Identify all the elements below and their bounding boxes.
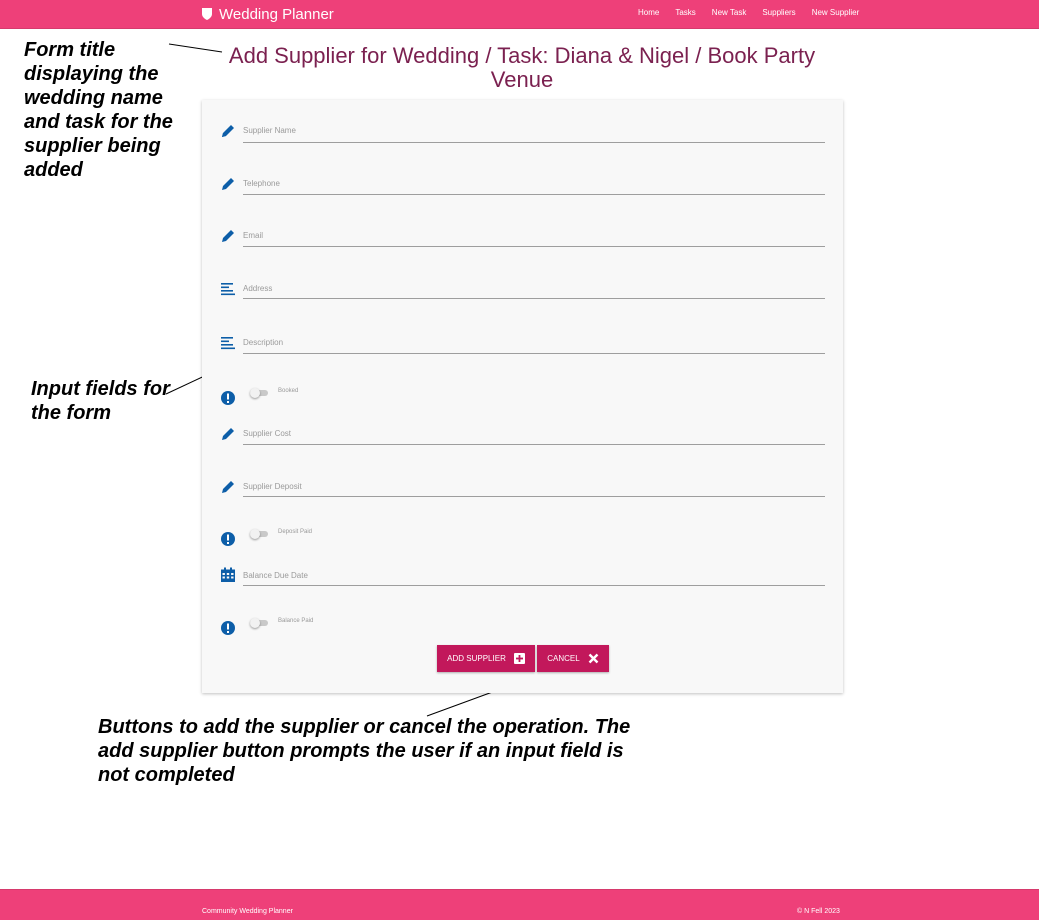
top-navbar: Wedding Planner Home Tasks New Task Supp… [0,0,1039,29]
cancel-button[interactable]: CANCEL [537,645,609,672]
footer-copyright: © N Fell 2023 [797,908,840,915]
heart-shield-icon [202,8,212,20]
add-supplier-button[interactable]: ADD SUPPLIER [437,645,535,672]
pencil-icon [222,230,234,242]
pencil-icon [222,125,234,137]
nav-link-new-supplier[interactable]: New Supplier [812,8,860,17]
add-supplier-button-label: ADD SUPPLIER [447,654,506,663]
email-label: Email [243,231,264,240]
text-lines-icon [221,283,235,296]
annotation-input-fields: Input fields for the form [31,378,170,424]
exclamation-circle-icon [221,391,235,405]
address-label: Address [243,284,273,293]
description-underline [243,353,825,354]
balance-due-date-label: Balance Due Date [243,571,308,580]
close-icon [588,653,599,664]
nav-link-new-task[interactable]: New Task [712,8,747,17]
brand-label: Wedding Planner [219,5,334,23]
supplier-cost-label: Supplier Cost [243,429,292,438]
supplier-name-label: Supplier Name [243,126,296,135]
booked-label: Booked [278,388,299,394]
form-title: Add Supplier for Wedding / Task: Diana &… [222,44,822,92]
supplier-name-underline [243,142,825,143]
annotation-buttons: Buttons to add the supplier or cancel th… [98,716,631,786]
text-lines-icon [221,337,235,350]
pencil-icon [222,428,234,440]
pencil-icon [222,481,234,493]
pencil-icon [222,178,234,190]
balance-paid-label: Balance Paid [278,618,314,624]
brand[interactable]: Wedding Planner [202,4,334,24]
form-title-line2: Venue [490,67,554,92]
nav-links: Home Tasks New Task Suppliers New Suppli… [638,8,875,17]
nav-link-suppliers[interactable]: Suppliers [762,8,795,17]
nav-link-home[interactable]: Home [638,8,659,17]
supplier-form: Supplier Name Telephone Email Address De… [202,100,843,693]
annotation-form-title: Form title displaying the wedding name a… [24,39,173,181]
cancel-button-label: CANCEL [547,654,580,663]
balance-due-date-underline [243,585,825,586]
supplier-cost-underline [243,444,825,445]
exclamation-circle-icon [221,532,235,546]
supplier-deposit-label: Supplier Deposit [243,482,302,491]
email-underline [243,246,825,247]
supplier-deposit-underline [243,496,825,497]
plus-square-icon [513,653,525,664]
form-title-line1: Add Supplier for Wedding / Task: Diana &… [228,43,816,68]
calendar-icon [221,567,235,582]
address-underline [243,298,825,299]
nav-link-tasks[interactable]: Tasks [675,8,695,17]
description-label: Description [243,338,284,347]
footer: Community Wedding Planner © N Fell 2023 [0,889,1039,920]
telephone-underline [243,194,825,195]
exclamation-circle-icon [221,621,235,635]
footer-app-name: Community Wedding Planner [202,908,293,915]
deposit-paid-label: Deposit Paid [278,529,313,535]
telephone-label: Telephone [243,179,280,188]
